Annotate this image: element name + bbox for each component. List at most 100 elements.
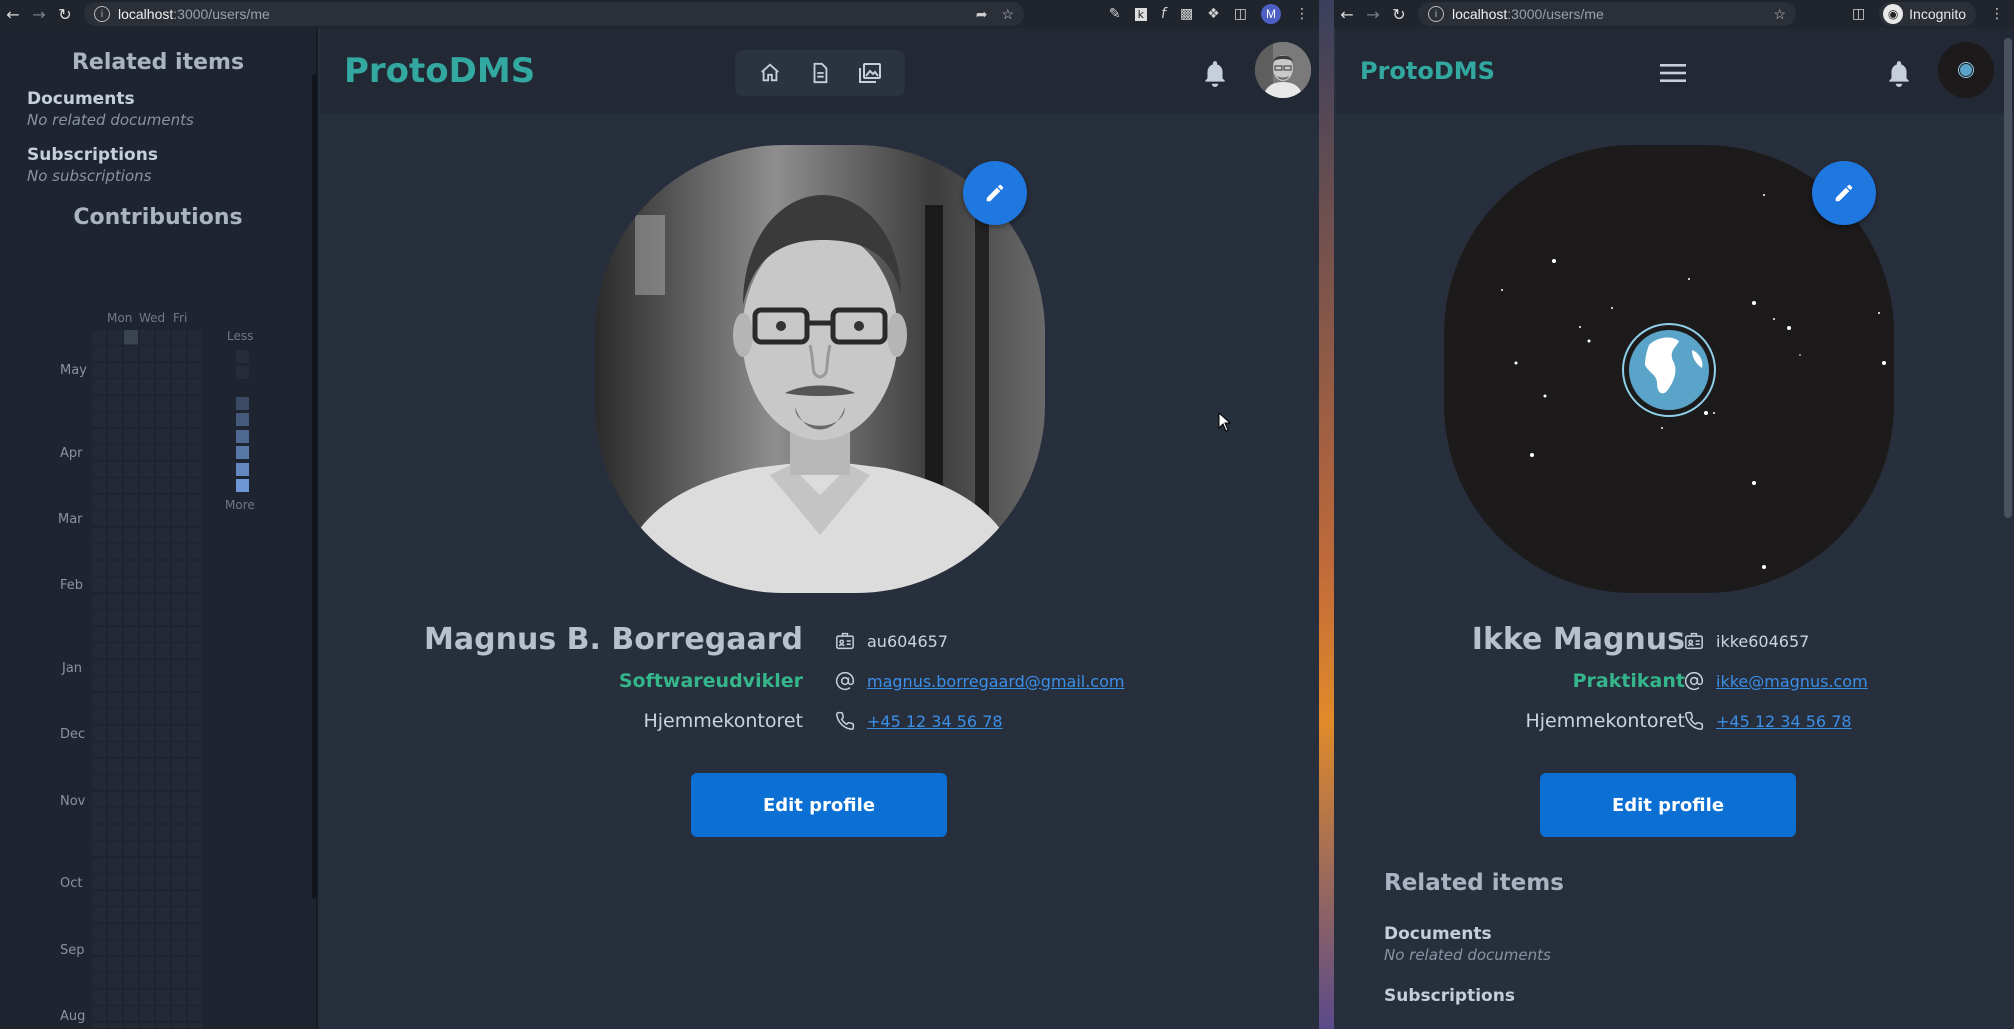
edit-avatar-button[interactable] (1812, 161, 1876, 225)
heatmap-cell (140, 1006, 154, 1021)
browser-profile-avatar[interactable]: M (1261, 4, 1281, 24)
back-icon[interactable]: ← (1334, 5, 1360, 24)
heatmap-cell (124, 511, 138, 526)
heatmap-cell (124, 577, 138, 592)
heatmap-cell (172, 874, 186, 889)
edit-profile-button[interactable]: Edit profile (691, 773, 947, 837)
extension-k-icon[interactable]: k (1134, 7, 1148, 21)
employee-id: au604657 (867, 631, 949, 651)
heatmap-cell (140, 957, 154, 972)
heatmap-cell (124, 379, 138, 394)
heatmap-cell (172, 594, 186, 609)
heatmap-cell (108, 544, 122, 559)
hamburger-menu-icon[interactable] (1656, 56, 1690, 90)
phone-link[interactable]: +45 12 34 56 78 (1716, 712, 1852, 731)
address-bar[interactable]: i localhost:3000/users/me ➦ ☆ (84, 2, 1024, 26)
heatmap-cell (124, 660, 138, 675)
heatmap-cell (188, 676, 202, 691)
heatmap-cell (188, 874, 202, 889)
heatmap-cell (172, 462, 186, 477)
profile-location: Hjemmekontoret (1525, 710, 1685, 732)
heatmap-cell (124, 1006, 138, 1021)
url-path: :3000/users/me (173, 6, 270, 22)
edit-avatar-button[interactable] (963, 161, 1027, 225)
side-panel-icon[interactable]: ◫ (1234, 6, 1247, 22)
user-avatar[interactable] (1255, 42, 1311, 98)
heatmap-cell (124, 891, 138, 906)
heatmap-cell (108, 808, 122, 823)
heatmap-cell (188, 511, 202, 526)
email-link[interactable]: magnus.borregaard@gmail.com (867, 672, 1124, 691)
forward-icon[interactable]: → (26, 5, 52, 24)
site-info-icon[interactable]: i (94, 6, 110, 22)
notifications-bell-icon[interactable] (1882, 56, 1916, 90)
heatmap-cell (172, 858, 186, 873)
heatmap-cell (156, 495, 170, 510)
browser-menu-icon[interactable]: ⋮ (1295, 6, 1309, 22)
heatmap-cell (172, 643, 186, 658)
address-bar[interactable]: i localhost:3000/users/me ☆ (1418, 2, 1796, 26)
page-scrollbar[interactable] (2004, 38, 2012, 518)
heatmap-cell (156, 709, 170, 724)
heatmap-cell (124, 808, 138, 823)
heatmap-cell (188, 990, 202, 1005)
back-icon[interactable]: ← (0, 5, 26, 24)
documents-label: Documents (1384, 924, 1492, 944)
heatmap-cell (172, 544, 186, 559)
heatmap-cell (172, 445, 186, 460)
forward-icon[interactable]: → (1360, 5, 1386, 24)
heatmap-cell (172, 759, 186, 774)
documents-icon[interactable] (803, 56, 837, 90)
gallery-icon[interactable] (853, 56, 887, 90)
user-avatar[interactable] (1938, 42, 1994, 98)
heatmap-cell (124, 726, 138, 741)
heatmap-cell (172, 528, 186, 543)
home-icon[interactable] (753, 56, 787, 90)
heatmap-cell (156, 643, 170, 658)
email-link[interactable]: ikke@magnus.com (1716, 672, 1868, 691)
extensions-puzzle-icon[interactable]: ❖ (1207, 6, 1220, 22)
edit-profile-button[interactable]: Edit profile (1540, 773, 1796, 837)
heatmap-cell (124, 1023, 138, 1028)
side-panel-icon[interactable]: ◫ (1852, 6, 1865, 22)
app-logo[interactable]: ProtoDMS (344, 51, 535, 91)
heatmap-cell (188, 577, 202, 592)
reload-icon[interactable]: ↻ (1386, 5, 1412, 24)
bookmark-star-icon[interactable]: ☆ (1773, 6, 1786, 23)
phone-link[interactable]: +45 12 34 56 78 (867, 712, 1003, 731)
heatmap-cell (108, 891, 122, 906)
heatmap-cell (188, 858, 202, 873)
heatmap-cell (140, 330, 154, 345)
heatmap-cell (156, 990, 170, 1005)
email-row: ikke@magnus.com (1684, 671, 1868, 691)
heatmap-cell (140, 660, 154, 675)
bookmark-star-icon[interactable]: ☆ (1001, 6, 1014, 23)
heatmap-cell (92, 825, 106, 840)
browser-window-incognito: ← → ↻ i localhost:3000/users/me ☆ ◫ ◉ In… (1334, 0, 2014, 1029)
heatmap-cell (92, 874, 106, 889)
heatmap-cell (92, 940, 106, 955)
related-items-section: Related items Documents No related docum… (1384, 870, 1564, 1006)
heatmap-cell (124, 396, 138, 411)
extension-screen-icon[interactable]: ▩ (1180, 6, 1193, 22)
heatmap-cell (92, 759, 106, 774)
heatmap-cell (124, 594, 138, 609)
reload-icon[interactable]: ↻ (52, 5, 78, 24)
app-header: ProtoDMS (320, 28, 1319, 114)
app-logo[interactable]: ProtoDMS (1360, 57, 1495, 85)
share-icon[interactable]: ➦ (976, 6, 988, 23)
heatmap-cell (124, 940, 138, 955)
sidebar-scrollbar[interactable] (312, 74, 317, 899)
notifications-bell-icon[interactable] (1198, 56, 1232, 90)
heatmap-cell (92, 1006, 106, 1021)
heatmap-cell (188, 346, 202, 361)
heatmap-cell (108, 973, 122, 988)
browser-menu-icon[interactable]: ⋮ (1990, 6, 2004, 22)
profile-job-title: Praktikant (1572, 670, 1685, 692)
contributions-heatmap: Mon Wed Fri Less More May Apr Mar Feb Ja… (58, 311, 255, 1028)
heatmap-cell (108, 990, 122, 1005)
incognito-badge[interactable]: ◉ Incognito (1879, 2, 1976, 26)
extension-pen-icon[interactable]: ✎ (1109, 6, 1121, 22)
extension-fx-icon[interactable]: f (1161, 6, 1166, 22)
site-info-icon[interactable]: i (1428, 6, 1444, 22)
